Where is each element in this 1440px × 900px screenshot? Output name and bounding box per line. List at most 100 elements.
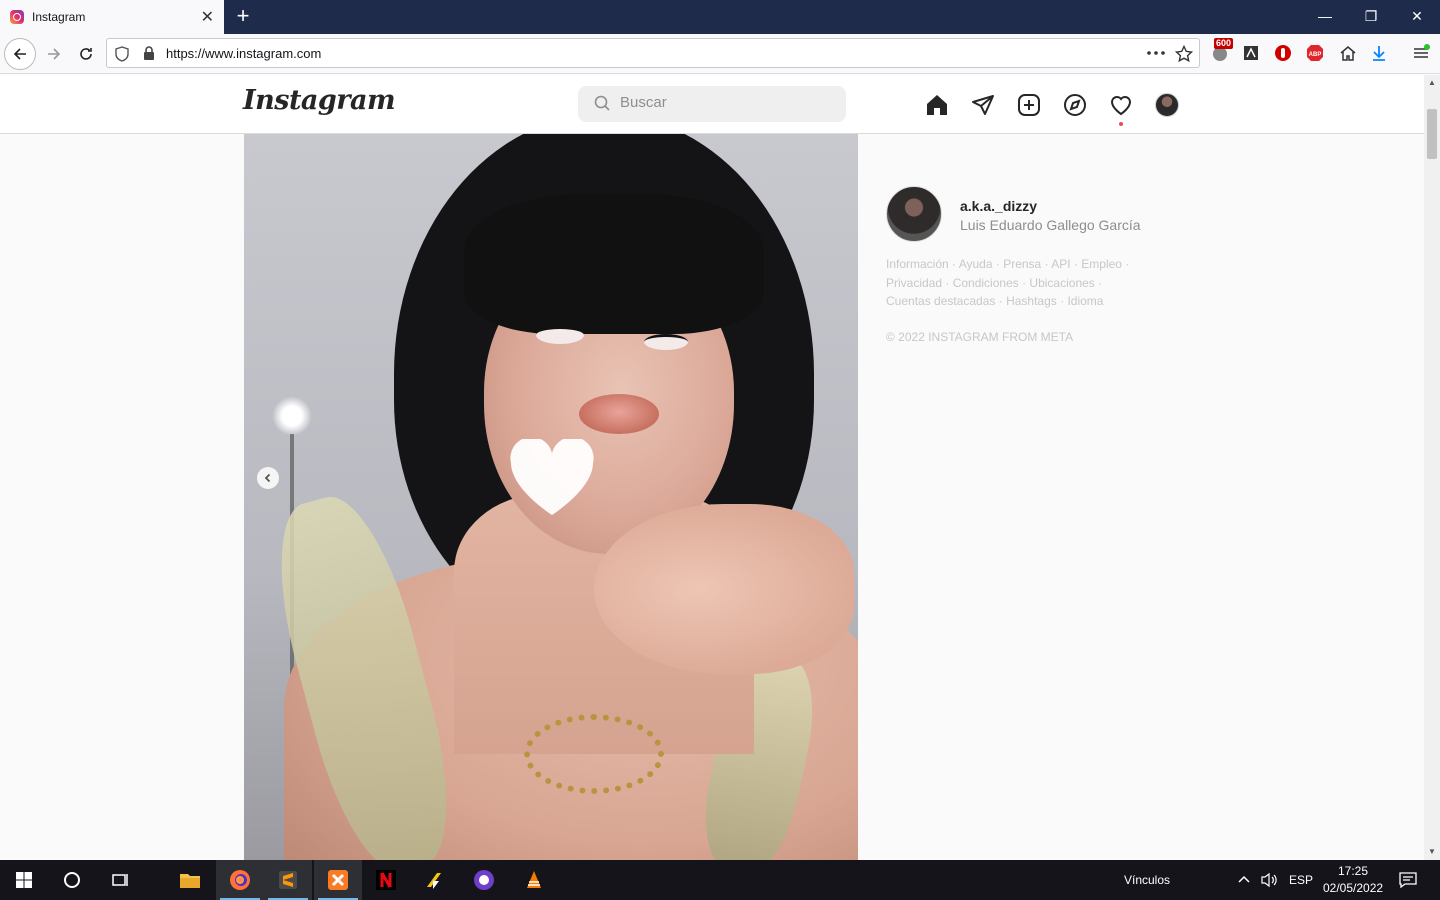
scroll-up-icon[interactable]: ▲ (1428, 78, 1436, 87)
footer-links: Información · Ayuda · Prensa · API · Emp… (886, 257, 1130, 308)
restore-button[interactable]: ❐ (1348, 0, 1394, 34)
netflix-button[interactable] (362, 860, 410, 900)
downloads-icon[interactable] (1368, 42, 1390, 64)
clock-time[interactable]: 17:25 (1338, 864, 1368, 878)
chevron-up-icon[interactable] (1237, 874, 1251, 884)
notification-center-icon[interactable] (1399, 872, 1417, 888)
extension-badge: 600 (1214, 38, 1234, 49)
xampp-icon (328, 870, 348, 890)
folder-icon (180, 874, 200, 888)
footer-link-ayuda[interactable]: Ayuda (959, 257, 993, 271)
minimize-button[interactable]: — (1302, 0, 1348, 34)
start-button[interactable] (0, 860, 48, 900)
file-explorer-button[interactable] (166, 860, 214, 900)
search-box[interactable] (578, 86, 846, 122)
nav-activity-heart-icon[interactable] (1108, 92, 1134, 118)
instagram-header: Instagram (0, 75, 1424, 134)
back-button[interactable] (4, 38, 36, 70)
clock-date[interactable]: 02/05/2022 (1323, 881, 1383, 895)
cortana-circle-icon (64, 872, 80, 888)
task-view-button[interactable] (96, 860, 144, 900)
links-toolbar-label[interactable]: Vínculos (1124, 873, 1170, 887)
bookmark-star-icon[interactable] (1175, 45, 1193, 63)
sublime-text-button[interactable] (264, 860, 312, 900)
like-animation-heart-icon (510, 439, 594, 515)
lock-icon[interactable] (143, 46, 155, 60)
url-bar[interactable]: https://www.instagram.com (106, 38, 1200, 68)
footer-link-cuentas-destacadas[interactable]: Cuentas destacadas (886, 294, 995, 308)
carousel-previous-button[interactable] (257, 467, 279, 489)
new-tab-button[interactable]: + (230, 3, 256, 29)
volume-icon[interactable] (1260, 872, 1278, 888)
app-lightning-button[interactable] (410, 860, 458, 900)
eye-left (536, 326, 584, 344)
task-view-icon (112, 874, 128, 886)
home-icon[interactable] (1337, 42, 1359, 64)
footer-link-privacidad[interactable]: Privacidad (886, 276, 942, 290)
instagram-logo[interactable]: Instagram (243, 85, 396, 116)
hand (594, 504, 854, 674)
footer-link-prensa[interactable]: Prensa (1003, 257, 1041, 271)
search-icon (594, 95, 610, 111)
windows-taskbar: Vínculos ESP 17:25 02/05/2022 (0, 860, 1440, 900)
sidebar-avatar[interactable] (886, 186, 942, 242)
forward-button[interactable] (38, 38, 70, 70)
xampp-button[interactable] (314, 860, 362, 900)
vlc-button[interactable] (510, 860, 558, 900)
footer-link-informacion[interactable]: Información (886, 257, 949, 271)
footer-link-empleo[interactable]: Empleo (1081, 257, 1122, 271)
bangs (464, 194, 764, 334)
instagram-favicon-icon (10, 10, 24, 24)
cortana-button[interactable] (48, 860, 96, 900)
chevron-left-icon (264, 473, 271, 483)
firefox-button[interactable] (216, 860, 264, 900)
reload-button[interactable] (70, 38, 102, 70)
menu-hamburger-icon[interactable] (1410, 42, 1432, 64)
footer-link-condiciones[interactable]: Condiciones (953, 276, 1019, 290)
eye-right (644, 334, 688, 350)
browser-tab-instagram[interactable]: Instagram ✕ (0, 0, 224, 34)
adblock-plus-icon[interactable]: ABP (1304, 42, 1326, 64)
footer-link-ubicaciones[interactable]: Ubicaciones (1029, 276, 1094, 290)
studio-light (272, 396, 312, 436)
netflix-icon (376, 870, 396, 890)
windows-logo-icon (16, 872, 32, 888)
scroll-thumb[interactable] (1427, 109, 1437, 159)
back-arrow-icon (13, 48, 26, 60)
sidebar-username[interactable]: a.k.a._dizzy (960, 198, 1037, 214)
sublime-text-icon (279, 871, 297, 889)
tab-close-icon[interactable]: ✕ (201, 7, 214, 27)
lightning-app-icon (427, 873, 441, 889)
tracking-shield-icon[interactable] (115, 46, 129, 62)
close-window-button[interactable]: ✕ (1394, 0, 1440, 34)
github-desktop-button[interactable] (460, 860, 508, 900)
footer-link-idioma[interactable]: Idioma (1067, 294, 1103, 308)
extension-reader-icon[interactable] (1240, 42, 1262, 64)
page-actions-icon[interactable] (1147, 51, 1165, 55)
footer-link-api[interactable]: API (1051, 257, 1070, 271)
nav-direct-icon[interactable] (970, 92, 996, 118)
firefox-icon (230, 870, 250, 890)
bracelet (524, 714, 664, 794)
search-input[interactable] (620, 94, 830, 111)
browser-tab-bar: Instagram ✕ + — ❐ ✕ (0, 0, 1440, 34)
page-scrollbar[interactable]: ▲ ▼ (1424, 75, 1440, 860)
reload-icon (80, 48, 92, 60)
language-indicator[interactable]: ESP (1289, 873, 1313, 887)
lips (579, 394, 659, 434)
sidebar-full-name: Luis Eduardo Gallego García (960, 217, 1141, 233)
notification-dot (1119, 122, 1123, 126)
nav-home-icon[interactable] (924, 92, 950, 118)
footer-link-hashtags[interactable]: Hashtags (1006, 294, 1057, 308)
svg-text:ABP: ABP (1309, 52, 1322, 58)
vlc-cone-icon (527, 871, 541, 888)
ublock-icon[interactable] (1272, 42, 1294, 64)
forward-arrow-icon (48, 48, 61, 60)
nav-explore-icon[interactable] (1062, 92, 1088, 118)
scroll-down-icon[interactable]: ▼ (1428, 847, 1436, 856)
tab-title: Instagram (32, 10, 86, 24)
profile-avatar[interactable] (1155, 93, 1179, 117)
github-icon (474, 870, 494, 890)
url-text[interactable]: https://www.instagram.com (166, 46, 321, 61)
nav-new-post-icon[interactable] (1016, 92, 1042, 118)
